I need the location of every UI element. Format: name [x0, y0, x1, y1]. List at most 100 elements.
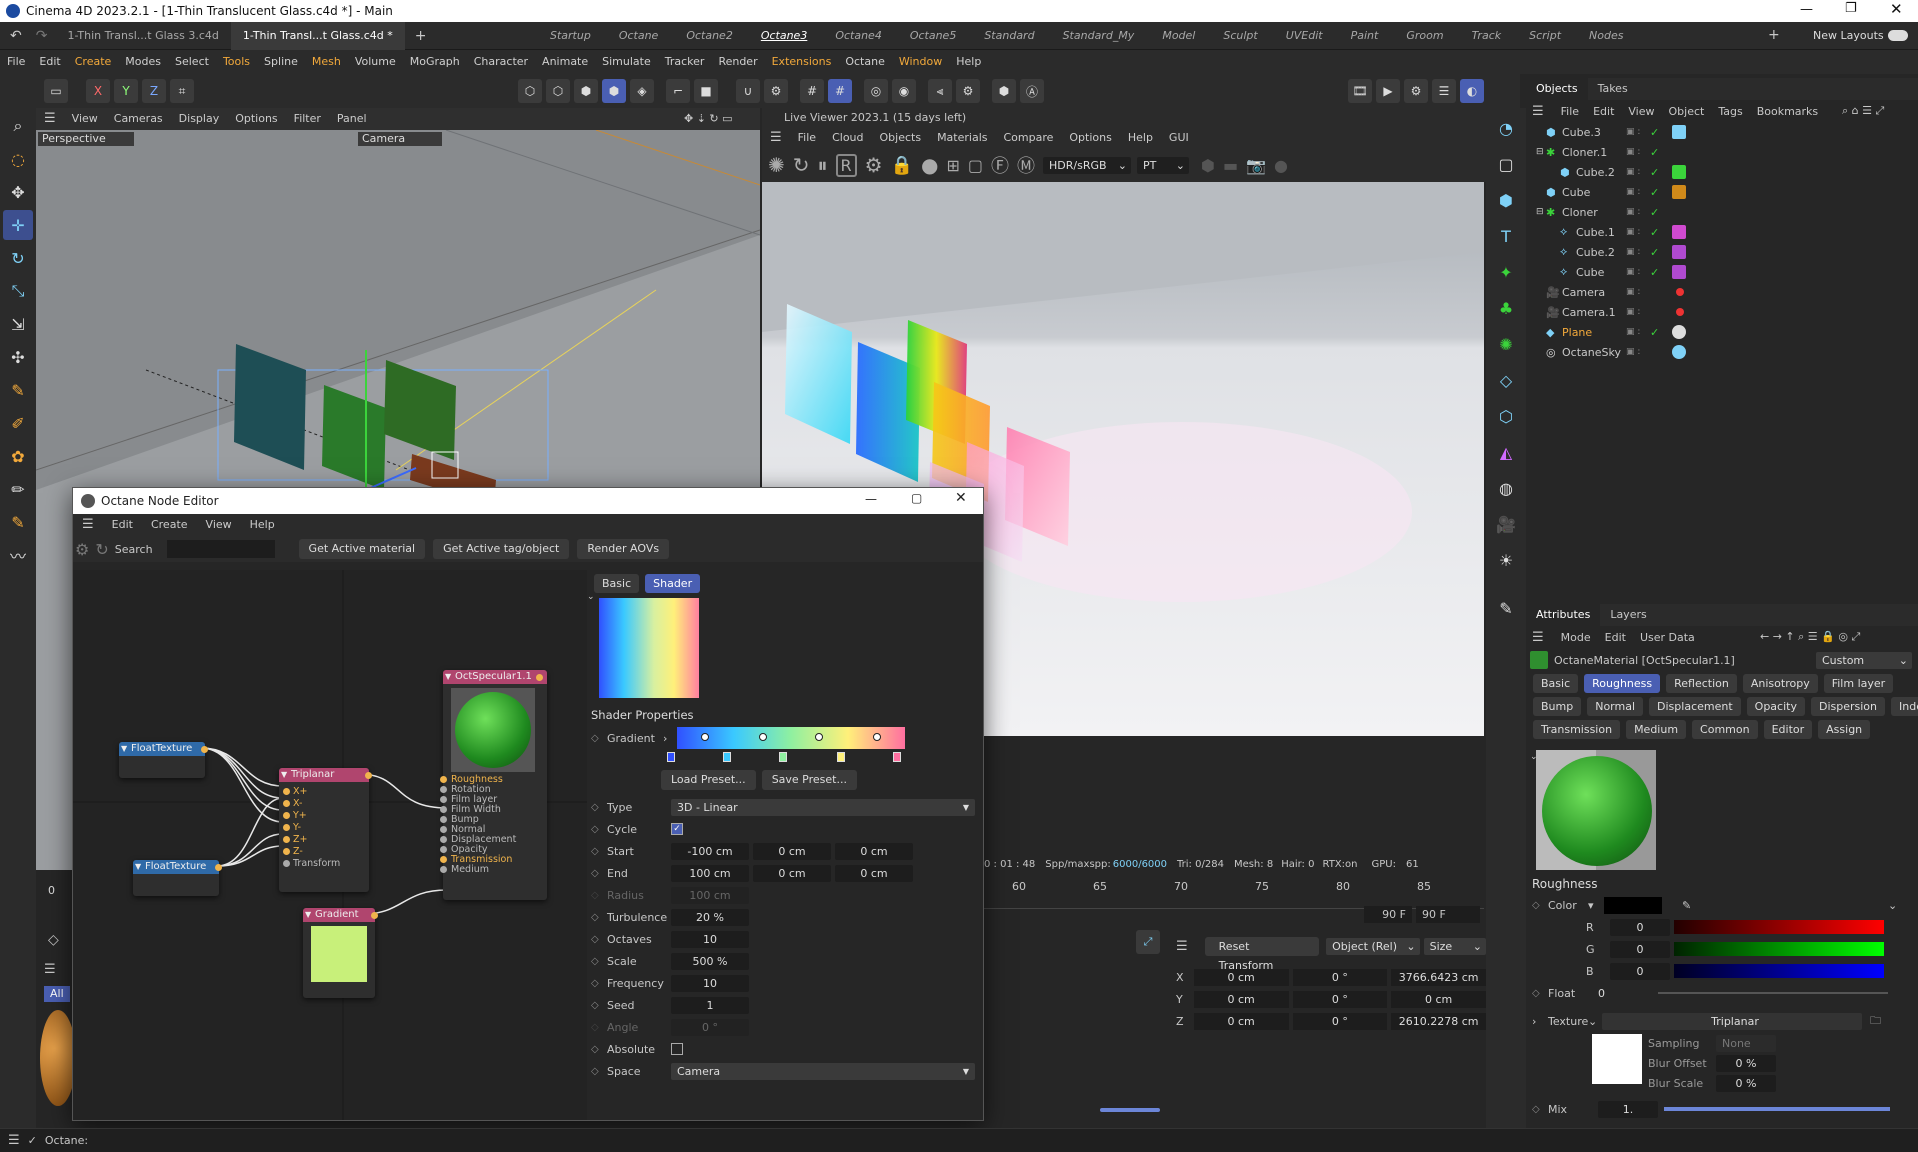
menu-volume[interactable]: Volume — [348, 50, 403, 74]
camera-tool-icon[interactable]: 🎥 — [1490, 508, 1522, 540]
gradient-bar[interactable] — [677, 727, 905, 749]
sketch-icon[interactable]: ✐ — [3, 408, 33, 438]
node-editor-minimize-button[interactable]: — — [865, 492, 877, 506]
points-mode-icon[interactable]: ⬡ — [518, 79, 542, 103]
node-editor-settings-icon[interactable]: ⚙ — [75, 540, 89, 559]
object-name[interactable]: Cube — [1562, 186, 1590, 199]
undo-icon[interactable]: ↶ — [0, 28, 28, 44]
visibility-toggle-icon[interactable]: ▣ : — [1626, 167, 1640, 177]
effector-icon[interactable]: ◭ — [1490, 436, 1522, 468]
attr-button-editor[interactable]: Editor — [1763, 720, 1813, 739]
attributes-menu-mode[interactable]: Mode — [1554, 631, 1598, 644]
octane-viewer-icon[interactable]: ◐ — [1460, 79, 1484, 103]
seed-field[interactable]: 1 — [671, 996, 749, 1014]
preset-select[interactable]: Custom ⌄ — [1816, 651, 1912, 669]
size-field[interactable]: 2610.2278 cm — [1391, 1012, 1487, 1030]
start-z-field[interactable]: 0 cm — [835, 842, 913, 860]
g-field[interactable]: 0 — [1610, 940, 1670, 958]
paint-icon[interactable]: ✏ — [3, 474, 33, 504]
viewport-menu-options[interactable]: Options — [227, 108, 285, 130]
load-preset-button[interactable]: Load Preset... — [661, 770, 756, 790]
fcurve-icon[interactable]: ⤢ — [1136, 930, 1160, 954]
octane-render-icon[interactable]: ◔ — [1490, 112, 1522, 144]
menu-animate[interactable]: Animate — [535, 50, 595, 74]
enabled-check-icon[interactable]: ✓ — [1650, 326, 1659, 339]
layout-tab-octane5[interactable]: Octane5 — [896, 22, 971, 50]
autokey-icon[interactable]: Ⓐ — [1020, 79, 1044, 103]
gradient-output-pin[interactable] — [371, 912, 378, 919]
float-texture-node[interactable]: ▼ FloatTexture — [119, 742, 208, 778]
axis-x-button[interactable]: X — [86, 79, 110, 103]
layout-tab-octane[interactable]: Octane — [605, 22, 673, 50]
layout-tab-octane3[interactable]: Octane3 — [747, 22, 822, 50]
edit-mode-icon[interactable]: ▭ — [44, 79, 68, 103]
gradient-knot[interactable] — [701, 733, 709, 741]
position-field[interactable]: 0 cm — [1193, 968, 1289, 986]
solo-icon[interactable]: ■ — [694, 79, 718, 103]
object-row[interactable]: ◆ Plane ▣ : ✓ — [1526, 322, 1918, 342]
oct-specular-node[interactable]: ▼ OctSpecular1.1 Roughness Rotation Film la… — [440, 670, 547, 900]
b-field[interactable]: 0 — [1610, 962, 1670, 980]
coordinate-system-icon[interactable]: ⌗ — [170, 79, 194, 103]
render-queue-icon[interactable]: ☰ — [1432, 79, 1456, 103]
viewport-navigation-icons[interactable]: ✥ ⇣ ↻ ▭ — [676, 108, 741, 130]
material-filter-all[interactable]: All — [44, 986, 70, 1002]
gradient-stop[interactable] — [723, 752, 731, 762]
material-tag-icon[interactable] — [1672, 265, 1686, 279]
keyframe-icon[interactable]: ◇ — [591, 978, 607, 989]
expand-icon[interactable]: ⊟ — [1536, 207, 1546, 217]
float-field[interactable]: 0 — [1598, 985, 1658, 1002]
layout-tab-paint[interactable]: Paint — [1337, 22, 1393, 50]
attr-button-bump[interactable]: Bump — [1533, 697, 1582, 716]
gradient-stop[interactable] — [667, 752, 675, 762]
environment-icon[interactable]: ◍ — [1490, 472, 1522, 504]
pen-tool-icon[interactable]: ✎ — [1490, 592, 1522, 624]
attr-button-normal[interactable]: Normal — [1587, 697, 1644, 716]
settings-gear-icon[interactable]: ⚙ — [865, 153, 883, 177]
attr-button-anisotropy[interactable]: Anisotropy — [1742, 674, 1818, 693]
attr-button-dispersion[interactable]: Dispersion — [1810, 697, 1885, 716]
keyframe-icon[interactable]: ◇ — [591, 868, 607, 879]
node-editor-menu-create[interactable]: Create — [142, 514, 197, 536]
b-slider[interactable] — [1674, 964, 1884, 978]
enabled-check-icon[interactable]: ✓ — [1650, 226, 1659, 239]
node-collapse-icon[interactable]: ▼ — [135, 860, 141, 874]
visibility-toggle-icon[interactable]: ▣ : — [1626, 227, 1640, 237]
brush-icon[interactable]: 〰 — [3, 540, 33, 570]
snap-settings-icon[interactable]: ⚙ — [764, 79, 788, 103]
menu-spline[interactable]: Spline — [257, 50, 305, 74]
preview-collapse-icon[interactable]: ⌄ — [587, 592, 595, 602]
node-editor-menu-icon[interactable]: ☰ — [73, 514, 103, 536]
r-slider[interactable] — [1674, 920, 1884, 934]
live-viewer-menu-gui[interactable]: GUI — [1161, 128, 1197, 148]
new-layouts-label[interactable]: New Layouts — [1813, 29, 1884, 42]
attr-button-common[interactable]: Common — [1692, 720, 1758, 739]
specular-input-pin[interactable] — [440, 806, 447, 813]
node-editor-close-button[interactable]: ✕ — [955, 490, 967, 506]
object-name[interactable]: Camera.1 — [1562, 306, 1616, 319]
turbulence-field[interactable]: 20 % — [671, 908, 749, 926]
object-name[interactable]: Plane — [1562, 326, 1592, 339]
menu-select[interactable]: Select — [168, 50, 216, 74]
object-row[interactable]: ⬢ Cube ▣ : ✓ — [1526, 182, 1918, 202]
live-viewer-menu-materials[interactable]: Materials — [929, 128, 995, 148]
tab-takes[interactable]: Takes — [1588, 78, 1638, 100]
uv-mode-icon[interactable]: ◈ — [630, 79, 654, 103]
move-icon[interactable]: ✛ — [3, 210, 33, 240]
lock-render-icon[interactable]: 🔒 — [891, 155, 913, 176]
object-row[interactable]: ⟡ Cube.2 ▣ : ✓ — [1526, 242, 1918, 262]
material-tag-icon[interactable] — [1672, 325, 1686, 339]
viewport-menu-panel[interactable]: Panel — [329, 108, 375, 130]
get-active-tag-button[interactable]: Get Active tag/object — [433, 539, 570, 559]
object-name[interactable]: Cube — [1576, 266, 1604, 279]
node-collapse-icon[interactable]: ▼ — [281, 768, 287, 782]
get-active-material-button[interactable]: Get Active material — [298, 539, 426, 559]
keyframe-icon[interactable]: ◇ — [48, 932, 59, 948]
spline-tool-icon[interactable]: ◇ — [1490, 364, 1522, 396]
kernel-select[interactable]: PT ⌄ — [1137, 156, 1189, 174]
attr-button-reflection[interactable]: Reflection — [1666, 674, 1737, 693]
camera-snapshot-icon[interactable]: 📷 — [1246, 156, 1266, 175]
enabled-check-icon[interactable]: ✓ — [1650, 146, 1659, 159]
focus-pick-icon[interactable]: Ⓕ — [991, 152, 1009, 178]
placement-icon[interactable]: ✣ — [3, 342, 33, 372]
